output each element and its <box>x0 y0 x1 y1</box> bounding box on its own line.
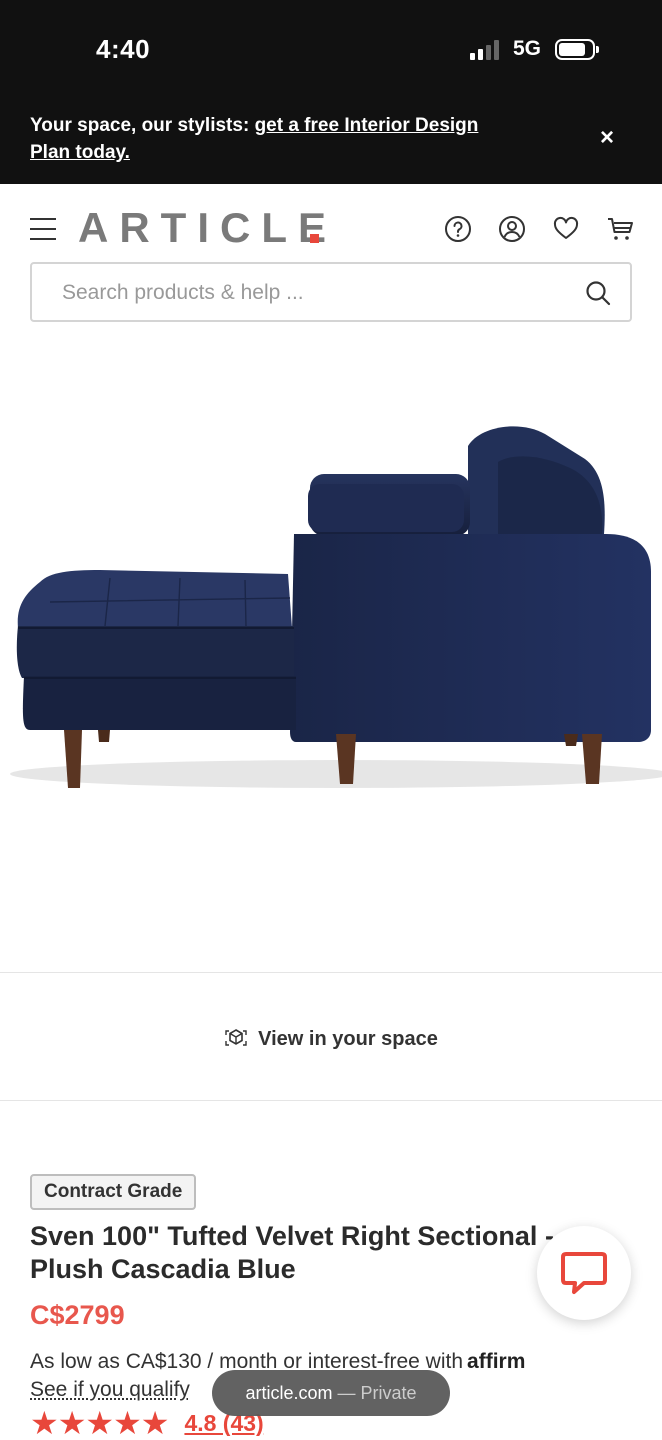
logo[interactable]: ARTICLE <box>78 204 337 252</box>
status-time: 4:40 <box>96 34 150 65</box>
close-icon[interactable]: × <box>600 124 614 152</box>
signal-icon <box>470 40 502 60</box>
product-image[interactable] <box>0 334 662 970</box>
site-header: ARTICLE <box>0 184 662 334</box>
affirm-logo: affirm <box>467 1350 525 1373</box>
divider <box>0 972 662 973</box>
logo-dot <box>310 234 319 243</box>
browser-private-label: — Private <box>338 1383 417 1403</box>
help-icon[interactable] <box>444 215 472 243</box>
contract-grade-badge: Contract Grade <box>30 1174 196 1210</box>
battery-icon <box>555 39 595 60</box>
promo-label: Your space, our stylists: <box>30 115 255 136</box>
network-label: 5G <box>513 37 541 61</box>
browser-domain: article.com <box>245 1383 332 1403</box>
star-rating-icon: ★★★★★ <box>30 1404 168 1440</box>
chat-bubble-icon <box>560 1250 608 1296</box>
sofa-illustration <box>0 334 662 970</box>
see-if-qualify-link[interactable]: See if you qualify <box>30 1378 190 1402</box>
view-in-space-label: View in your space <box>258 1028 438 1050</box>
heart-icon[interactable] <box>552 215 580 243</box>
view-in-space-button[interactable]: View in your space <box>0 1028 662 1064</box>
search-input[interactable] <box>62 278 562 308</box>
ar-cube-icon <box>224 1026 248 1050</box>
promo-text: Your space, our stylists: get a free Int… <box>30 112 480 166</box>
divider <box>0 1100 662 1101</box>
product-title: Sven 100" Tufted Velvet Right Sectional … <box>30 1220 590 1286</box>
menu-icon[interactable] <box>30 218 56 240</box>
status-bar: 4:40 5G <box>0 0 662 100</box>
search-box <box>30 262 632 322</box>
promo-banner: Your space, our stylists: get a free Int… <box>0 100 662 184</box>
search-icon[interactable] <box>584 279 612 307</box>
product-price: C$2799 <box>30 1300 125 1331</box>
account-icon[interactable] <box>498 215 526 243</box>
chat-button[interactable] <box>537 1226 631 1320</box>
browser-url-pill[interactable]: article.com — Private <box>212 1370 450 1416</box>
cart-icon[interactable] <box>606 215 634 243</box>
